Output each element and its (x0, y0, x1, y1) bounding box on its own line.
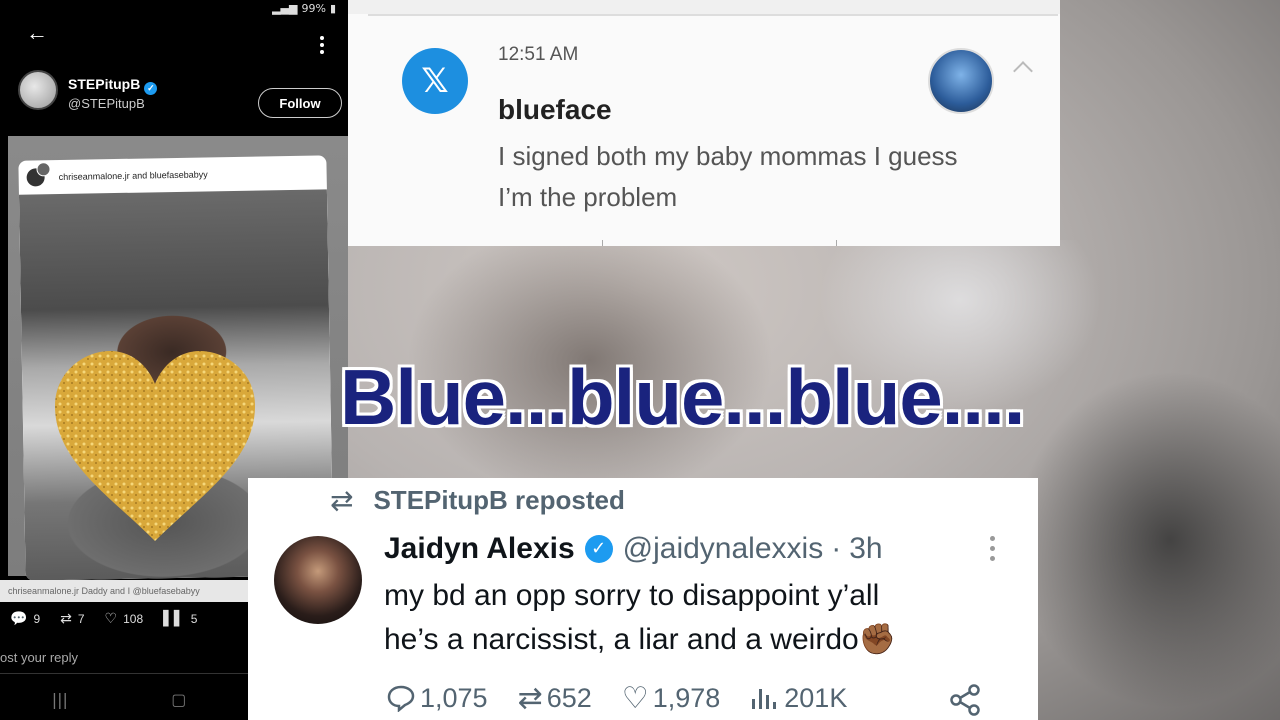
avatar[interactable] (274, 536, 362, 624)
notification-body: I signed both my baby mommas I guess I’m… (498, 141, 958, 212)
repost-icon: ⇄ (330, 484, 354, 517)
x-logo-icon: 𝕏 (402, 48, 468, 114)
tweet-time[interactable]: 3h (849, 532, 882, 566)
heart-sticker-icon (55, 351, 255, 541)
ig-post-header: chriseanmalone.jr and bluefasebabyy (18, 155, 327, 194)
reposted-by: ⇄ STEPitupB reposted (330, 484, 625, 517)
verified-badge-icon: ✓ (144, 82, 158, 95)
battery-icon: ▮ (329, 2, 336, 15)
views-button[interactable]: 201K (750, 683, 847, 714)
tweet-card[interactable]: ⇄ STEPitupB reposted Jaidyn Alexis ✓ @ja… (248, 478, 1038, 720)
separator: · (831, 532, 842, 565)
notification-action-dividers (348, 240, 1060, 246)
notification-sender: blueface (498, 94, 612, 125)
reply-button[interactable]: 💬 9 (10, 611, 40, 627)
share-icon[interactable] (948, 684, 982, 716)
headline-overlay: Blue...blue...blue.... (340, 353, 1025, 441)
notification-time: 12:51 AM (498, 44, 579, 65)
back-arrow-icon[interactable]: ← (26, 20, 48, 46)
ig-post-users: chriseanmalone.jr and bluefasebabyy (58, 169, 208, 183)
avatar (928, 48, 994, 114)
x-notification-card[interactable]: 𝕏 12:51 AM blueface I signed both my bab… (348, 0, 1060, 246)
tweet-text: my bd an opp sorry to disappoint y’all h… (384, 579, 897, 656)
verified-badge-icon: ✓ (584, 535, 613, 563)
profile-name[interactable]: STEPitupB ✓ (68, 76, 158, 95)
recents-icon[interactable]: ||| (52, 690, 68, 720)
profile-handle: @STEPitupB (68, 96, 145, 111)
battery-level: 99% (301, 2, 326, 15)
repost-icon: ⇄ (517, 680, 543, 716)
repost-button[interactable]: ⇄ 652 (518, 681, 592, 716)
tweet-header: Jaidyn Alexis ✓ @jaidynalexxis · 3h (384, 532, 883, 566)
heart-icon: ♡ (104, 611, 118, 627)
repost-button[interactable]: ⇄ 7 (60, 611, 84, 627)
reply-icon (387, 685, 415, 712)
reply-button[interactable]: 1,075 (386, 683, 488, 714)
chevron-up-icon[interactable] (1013, 61, 1033, 81)
heart-icon: ♡ (621, 680, 649, 716)
status-bar: ▂▄▆ 99% ▮ (272, 2, 336, 15)
like-button[interactable]: ♡ 108 (105, 611, 144, 627)
like-button[interactable]: ♡ 1,978 (622, 681, 720, 716)
divider (368, 14, 1058, 16)
avatar (36, 162, 51, 177)
views-button[interactable]: ▌▌ 5 (163, 611, 197, 627)
tweet-actions: 1,075 ⇄ 652 ♡ 1,978 201K (386, 678, 1006, 718)
views-icon: ▌▌ (163, 611, 185, 627)
follow-button[interactable]: Follow (258, 88, 342, 118)
more-options-icon[interactable] (320, 36, 324, 57)
signal-icon: ▂▄▆ (272, 2, 298, 15)
views-icon (752, 689, 777, 709)
more-options-icon[interactable] (990, 536, 996, 566)
profile-row: STEPitupB ✓ @STEPitupB Follow (18, 70, 348, 128)
reply-icon: 💬 (10, 611, 28, 627)
home-icon[interactable]: ▢ (171, 690, 186, 720)
avatar[interactable] (18, 70, 58, 110)
repost-icon: ⇄ (60, 611, 72, 627)
author-name[interactable]: Jaidyn Alexis (384, 532, 575, 566)
author-handle[interactable]: @jaidynalexxis (623, 532, 824, 566)
